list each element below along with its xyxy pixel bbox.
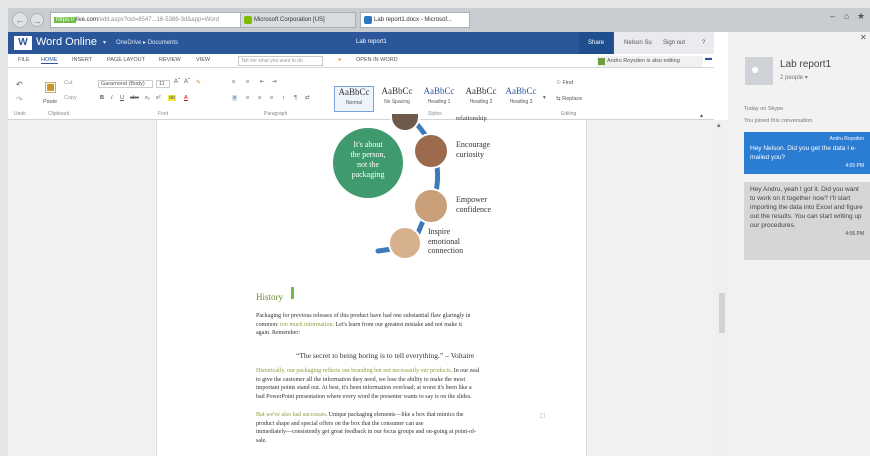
section-heading: History — [256, 292, 283, 302]
chat-date-label: Today on Skype — [744, 106, 784, 112]
paragraph-3[interactable]: But we've also had successes. Unique pac… — [256, 411, 541, 445]
chat-system-message: You joined this conversation. — [744, 118, 814, 124]
graphic-label-encourage: Encourage curiosity — [456, 140, 491, 159]
close-icon[interactable]: ✕ — [860, 33, 867, 42]
photo-person-girl — [388, 226, 422, 260]
people-icon: ● — [751, 61, 760, 77]
coauthor-cursor — [291, 287, 294, 299]
scrollbar-thumb[interactable] — [719, 293, 725, 333]
graphic-label-empower: Empower confidence — [456, 195, 492, 214]
graphic-label-inspire: Inspire emotional connection — [428, 227, 464, 255]
quote-text: “The secret to being boring is to tell e… — [296, 351, 475, 360]
message-time: 4:06 PM — [845, 231, 864, 237]
message-text: Hey Nelson. Did you get the data I e-mai… — [750, 145, 857, 161]
message-time: 4:05 PM — [845, 163, 864, 169]
paragraph-2[interactable]: Historically, our packaging reflects our… — [256, 367, 541, 401]
chat-message-incoming: Andru Roysden Hey Nelson. Did you get th… — [744, 132, 870, 174]
chat-title: Lab report1 — [780, 59, 832, 70]
paragraph-1[interactable]: Packaging for previous releases of this … — [256, 312, 541, 338]
message-author: Andru Roysden — [829, 136, 864, 142]
app-window: ← → https://live.com/edit.aspx?cid=8547.… — [8, 8, 870, 456]
graphic-label-top: relationship — [456, 115, 487, 122]
comment-icon[interactable]: □ — [540, 411, 545, 420]
participants-dropdown[interactable]: 2 people ▾ — [780, 74, 808, 81]
photo-person-man — [413, 133, 449, 169]
group-avatar: ● — [745, 57, 773, 85]
vertical-scrollbar[interactable] — [714, 120, 728, 456]
message-text: Hey Andru, yeah I got it. Did you want t… — [750, 186, 863, 229]
photo-person-woman — [413, 188, 449, 224]
chat-message-outgoing: Hey Andru, yeah I got it. Did you want t… — [744, 182, 870, 260]
graphic-center-circle: It's about the person, not the packaging — [333, 128, 403, 198]
scroll-up-icon[interactable]: ▴ — [717, 121, 721, 129]
